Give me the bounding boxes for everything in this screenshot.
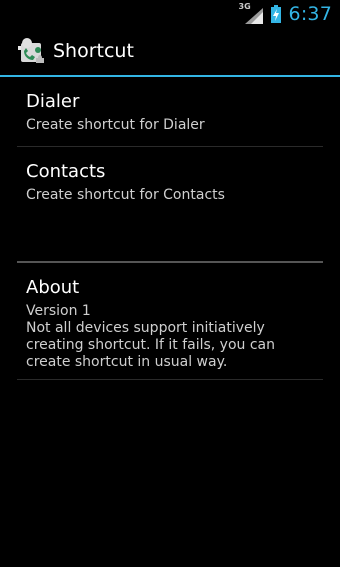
about-description: Not all devices support initiatively cre… [26,320,276,370]
about-version: Version 1 [26,303,91,319]
page-title: Shortcut [53,40,134,62]
pref-dialer[interactable]: Dialer Create shortcut for Dialer [17,77,323,147]
about-title: About [26,277,80,298]
pref-summary: Create shortcut for Dialer [26,117,205,133]
category-spacer [17,216,323,261]
app-shortcut-icon[interactable] [16,36,46,66]
pref-title: Dialer [26,91,80,112]
status-icons: 3G 6:37 [239,0,332,27]
clock: 6:37 [288,2,332,25]
pref-about[interactable]: About Version 1 Not all devices support … [17,263,323,380]
signal-indicator: 3G [239,2,263,25]
action-bar: Shortcut [0,27,340,77]
pref-contacts[interactable]: Contacts Create shortcut for Contacts [17,147,323,216]
signal-icon [244,7,263,24]
pref-summary: Create shortcut for Contacts [26,187,225,203]
status-bar: 3G 6:37 [0,0,340,27]
pref-title: Contacts [26,161,106,182]
battery-charging-icon [270,4,281,23]
preference-list: Dialer Create shortcut for Dialer Contac… [17,77,323,380]
